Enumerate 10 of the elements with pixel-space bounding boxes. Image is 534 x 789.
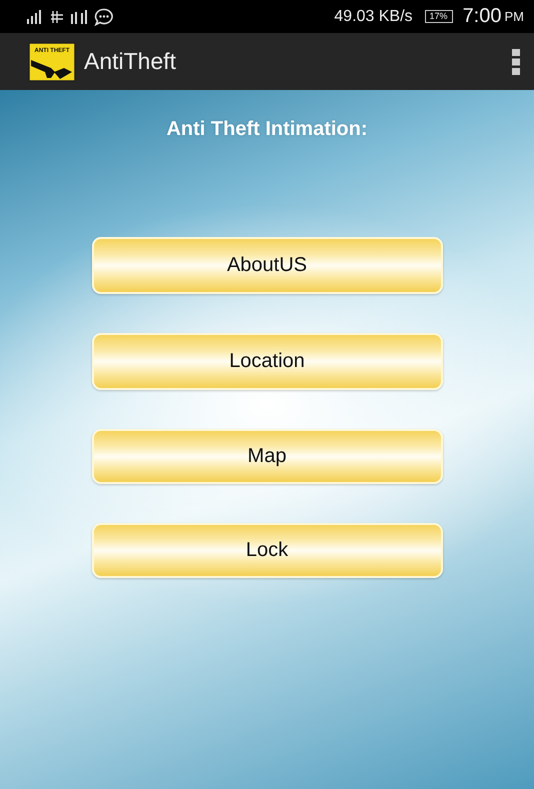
app-title: AntiTheft [84, 48, 178, 75]
network-speed: 49.03 KB/s [334, 8, 413, 26]
clock-meridiem: PM [504, 9, 524, 24]
menu-button[interactable]: Lock [92, 523, 442, 578]
screen-heading: Anti Theft Intimation: [166, 118, 368, 141]
menu-button[interactable]: Map [92, 429, 442, 484]
clock: 7:00 [462, 5, 502, 28]
battery-level: 17% [424, 10, 453, 23]
menu-button[interactable]: Location [92, 333, 442, 390]
menu-button[interactable]: AboutUS [92, 237, 442, 294]
